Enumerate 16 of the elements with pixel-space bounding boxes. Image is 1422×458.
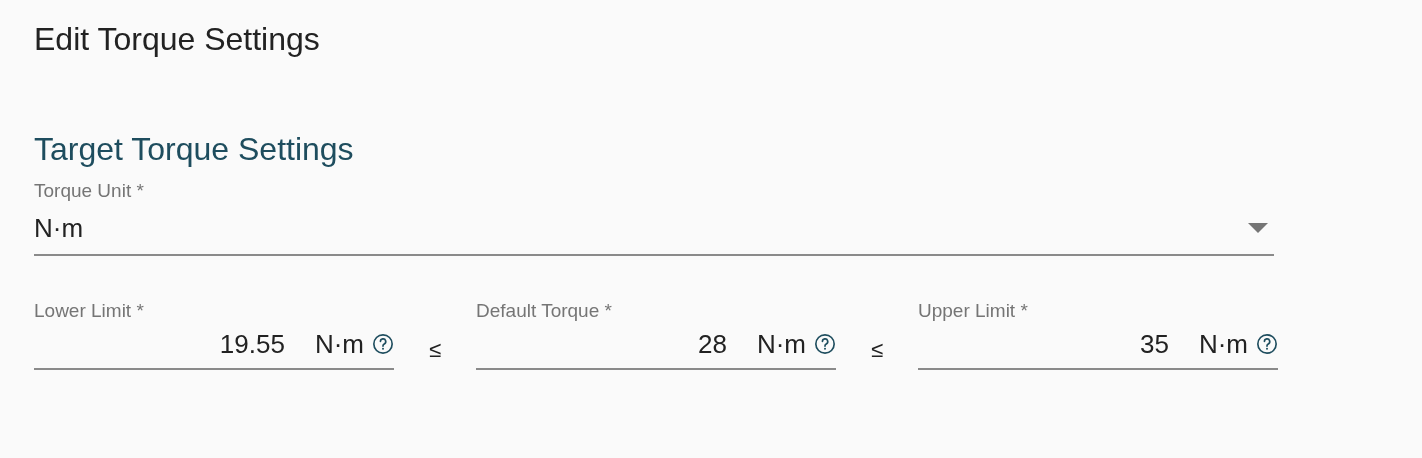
help-icon[interactable] bbox=[372, 333, 394, 355]
field-label: Torque Unit * bbox=[34, 179, 144, 203]
input-field[interactable]: 19.55 N·m bbox=[34, 324, 394, 370]
section-title: Target Torque Settings bbox=[34, 130, 354, 169]
dropdown-caret-icon bbox=[1248, 223, 1268, 233]
help-icon[interactable] bbox=[1256, 333, 1278, 355]
input-field[interactable]: 28 N·m bbox=[476, 324, 836, 370]
input-field[interactable]: 35 N·m bbox=[918, 324, 1278, 370]
field-label: Default Torque * bbox=[476, 299, 612, 323]
less-than-or-equal-sign: ≤ bbox=[870, 336, 884, 364]
field-label: Lower Limit * bbox=[34, 299, 144, 323]
field-label: Upper Limit * bbox=[918, 299, 1028, 323]
help-icon[interactable] bbox=[814, 333, 836, 355]
less-than-or-equal-sign: ≤ bbox=[428, 336, 442, 364]
torque-unit-select[interactable]: N·m bbox=[34, 204, 1274, 256]
page-title: Edit Torque Settings bbox=[34, 20, 320, 59]
